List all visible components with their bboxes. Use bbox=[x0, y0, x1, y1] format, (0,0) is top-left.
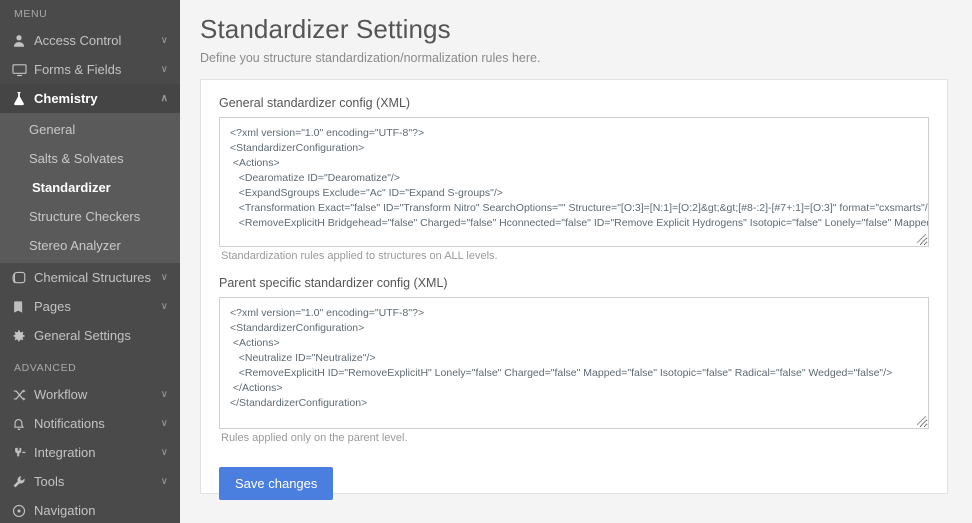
compass-icon bbox=[12, 504, 34, 518]
chevron-down-icon: ∨ bbox=[156, 419, 168, 429]
sidebar-item-salts-solvates[interactable]: Salts & Solvates bbox=[0, 144, 180, 173]
sidebar-item-chemical-structures[interactable]: Chemical Structures ∨ bbox=[0, 263, 180, 292]
sidebar-item-label: Notifications bbox=[34, 416, 156, 431]
sidebar-item-structure-checkers[interactable]: Structure Checkers bbox=[0, 202, 180, 231]
general-config-help: Standardization rules applied to structu… bbox=[221, 250, 929, 262]
parent-config-textarea[interactable] bbox=[219, 297, 929, 429]
page-title: Standardizer Settings bbox=[200, 14, 948, 45]
sidebar-subitem-label: General bbox=[29, 122, 75, 137]
chevron-down-icon: ∨ bbox=[156, 273, 168, 283]
chevron-down-icon: ∨ bbox=[156, 302, 168, 312]
sidebar: MENU Access Control ∨ Forms & Fields ∨ bbox=[0, 0, 180, 523]
chevron-down-icon: ∨ bbox=[156, 390, 168, 400]
sidebar-item-label: Chemistry bbox=[34, 91, 156, 106]
shuffle-icon bbox=[12, 388, 34, 402]
monitor-icon bbox=[12, 63, 34, 77]
sidebar-item-label: Integration bbox=[34, 445, 156, 460]
sidebar-item-pages[interactable]: Pages ∨ bbox=[0, 292, 180, 321]
gear-icon bbox=[12, 329, 34, 343]
sidebar-item-general[interactable]: General bbox=[0, 115, 180, 144]
app-root: MENU Access Control ∨ Forms & Fields ∨ bbox=[0, 0, 972, 523]
sidebar-item-label: Forms & Fields bbox=[34, 62, 156, 77]
chevron-down-icon: ∨ bbox=[156, 477, 168, 487]
settings-panel: General standardizer config (XML) Standa… bbox=[200, 79, 948, 494]
parent-config-label: Parent specific standardizer config (XML… bbox=[219, 276, 929, 290]
plug-icon bbox=[12, 446, 34, 460]
sidebar-item-navigation[interactable]: Navigation bbox=[0, 496, 180, 523]
wrench-icon bbox=[12, 475, 34, 489]
general-config-wrapper bbox=[219, 117, 929, 247]
sidebar-section-advanced: ADVANCED bbox=[0, 350, 180, 380]
sidebar-item-label: Pages bbox=[34, 299, 156, 314]
sidebar-item-label: Tools bbox=[34, 474, 156, 489]
flask-icon bbox=[12, 91, 34, 106]
sidebar-subitem-label: Stereo Analyzer bbox=[29, 238, 121, 253]
chevron-up-icon: ∧ bbox=[156, 94, 168, 104]
sidebar-item-label: Access Control bbox=[34, 33, 156, 48]
sidebar-item-tools[interactable]: Tools ∨ bbox=[0, 467, 180, 496]
sidebar-submenu-chemistry: General Salts & Solvates Standardizer St… bbox=[0, 113, 180, 263]
chevron-down-icon: ∨ bbox=[156, 65, 168, 75]
chevron-down-icon: ∨ bbox=[156, 448, 168, 458]
chevron-down-icon: ∨ bbox=[156, 36, 168, 46]
sidebar-subitem-label: Standardizer bbox=[32, 180, 111, 195]
bell-icon bbox=[12, 417, 34, 431]
sidebar-item-stereo-analyzer[interactable]: Stereo Analyzer bbox=[0, 231, 180, 260]
parent-config-wrapper bbox=[219, 297, 929, 429]
sidebar-item-general-settings[interactable]: General Settings bbox=[0, 321, 180, 350]
sidebar-item-access-control[interactable]: Access Control ∨ bbox=[0, 26, 180, 55]
main-content: Standardizer Settings Define you structu… bbox=[180, 0, 972, 523]
general-config-textarea[interactable] bbox=[219, 117, 929, 247]
user-icon bbox=[12, 34, 34, 48]
book-icon bbox=[12, 300, 34, 314]
sidebar-item-integration[interactable]: Integration ∨ bbox=[0, 438, 180, 467]
sidebar-item-label: Navigation bbox=[34, 503, 156, 518]
sidebar-item-label: Chemical Structures bbox=[34, 270, 156, 285]
cube-icon bbox=[12, 271, 34, 285]
sidebar-item-workflow[interactable]: Workflow ∨ bbox=[0, 380, 180, 409]
sidebar-item-label: Workflow bbox=[34, 387, 156, 402]
sidebar-item-standardizer[interactable]: Standardizer bbox=[0, 173, 180, 202]
sidebar-subitem-label: Structure Checkers bbox=[29, 209, 140, 224]
save-changes-button[interactable]: Save changes bbox=[219, 467, 333, 500]
sidebar-item-chemistry[interactable]: Chemistry ∧ bbox=[0, 84, 180, 113]
parent-config-help: Rules applied only on the parent level. bbox=[221, 432, 929, 444]
sidebar-section-menu: MENU bbox=[0, 0, 180, 26]
page-subtitle: Define you structure standardization/nor… bbox=[200, 51, 948, 65]
sidebar-subitem-label: Salts & Solvates bbox=[29, 151, 124, 166]
general-config-label: General standardizer config (XML) bbox=[219, 96, 929, 110]
sidebar-item-notifications[interactable]: Notifications ∨ bbox=[0, 409, 180, 438]
sidebar-item-forms-fields[interactable]: Forms & Fields ∨ bbox=[0, 55, 180, 84]
sidebar-item-label: General Settings bbox=[34, 328, 156, 343]
